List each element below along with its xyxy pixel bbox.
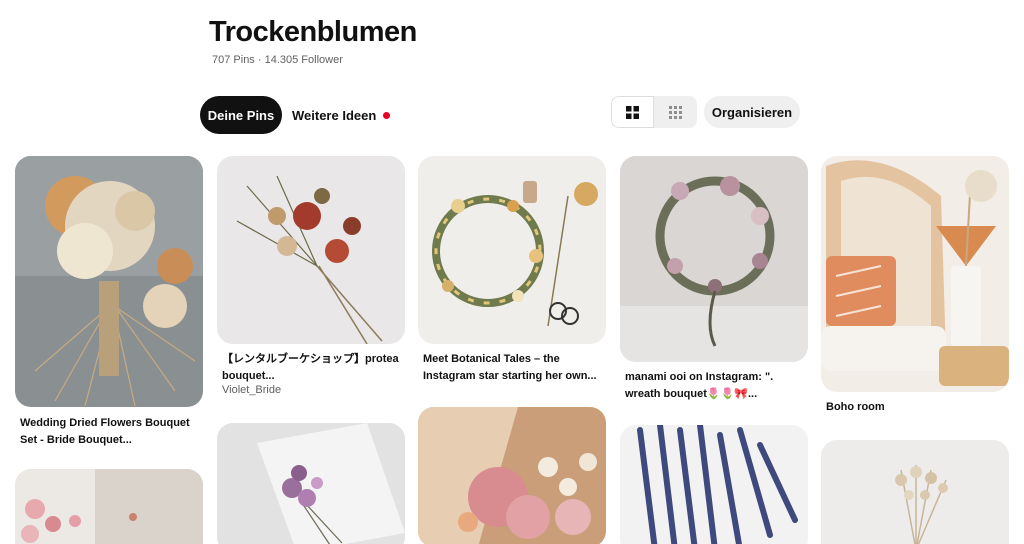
pin-image[interactable]	[15, 469, 203, 544]
grid-compact-icon	[669, 105, 682, 119]
pin-title-line: Meet Botanical Tales – the	[423, 353, 560, 365]
pin-title-line: wreath bouquet🌷🌷🎀...	[625, 388, 758, 400]
pin-title[interactable]: 【レンタルブーケショップ】protea bouquet...	[222, 351, 402, 385]
view-toggle	[611, 96, 697, 128]
pin-image[interactable]	[217, 156, 405, 344]
pin-source[interactable]: Violet_Bride	[222, 384, 281, 396]
pin-title-line: Instagram star starting her own...	[423, 370, 597, 382]
tab-label: Weitere Ideen	[292, 107, 377, 123]
pin-image[interactable]	[217, 423, 405, 544]
pin-title-line: bouquet...	[222, 370, 275, 382]
pin-title[interactable]: manami ooi on Instagram: ". wreath bouqu…	[625, 369, 805, 403]
grid-compact-view-button[interactable]	[654, 96, 697, 128]
pin-title-line: Wedding Dried Flowers Bouquet	[20, 417, 190, 429]
pin-title-line: manami ooi on Instagram: ".	[625, 371, 774, 383]
pin-image[interactable]	[821, 440, 1009, 544]
pin-image[interactable]	[620, 425, 808, 544]
pin-image[interactable]	[15, 156, 203, 407]
organize-button[interactable]: Organisieren	[704, 96, 800, 128]
pin-title-line: Set - Bride Bouquet...	[20, 434, 132, 446]
pin-image[interactable]	[418, 407, 606, 544]
board-meta: 707 Pins · 14.305 Follower	[212, 54, 343, 66]
pin-title[interactable]: Boho room	[826, 399, 1006, 416]
tab-label: Deine Pins	[207, 107, 275, 123]
board-title: Trockenblumen	[209, 16, 417, 48]
tab-deine-pins[interactable]: Deine Pins	[200, 96, 282, 134]
grid-large-view-button[interactable]	[611, 96, 654, 128]
tab-weitere-ideen[interactable]: Weitere Ideen	[292, 96, 391, 134]
pin-image[interactable]	[418, 156, 606, 344]
notification-dot-icon	[383, 111, 391, 119]
pin-image[interactable]	[620, 156, 808, 362]
pin-title[interactable]: Meet Botanical Tales – the Instagram sta…	[423, 351, 603, 385]
pin-title-line: Boho room	[826, 401, 885, 413]
pin-title[interactable]: Wedding Dried Flowers Bouquet Set - Brid…	[20, 415, 200, 449]
pin-title-line: 【レンタルブーケショップ】protea	[222, 353, 399, 365]
grid-large-icon	[626, 105, 639, 119]
pin-image[interactable]	[821, 156, 1009, 392]
